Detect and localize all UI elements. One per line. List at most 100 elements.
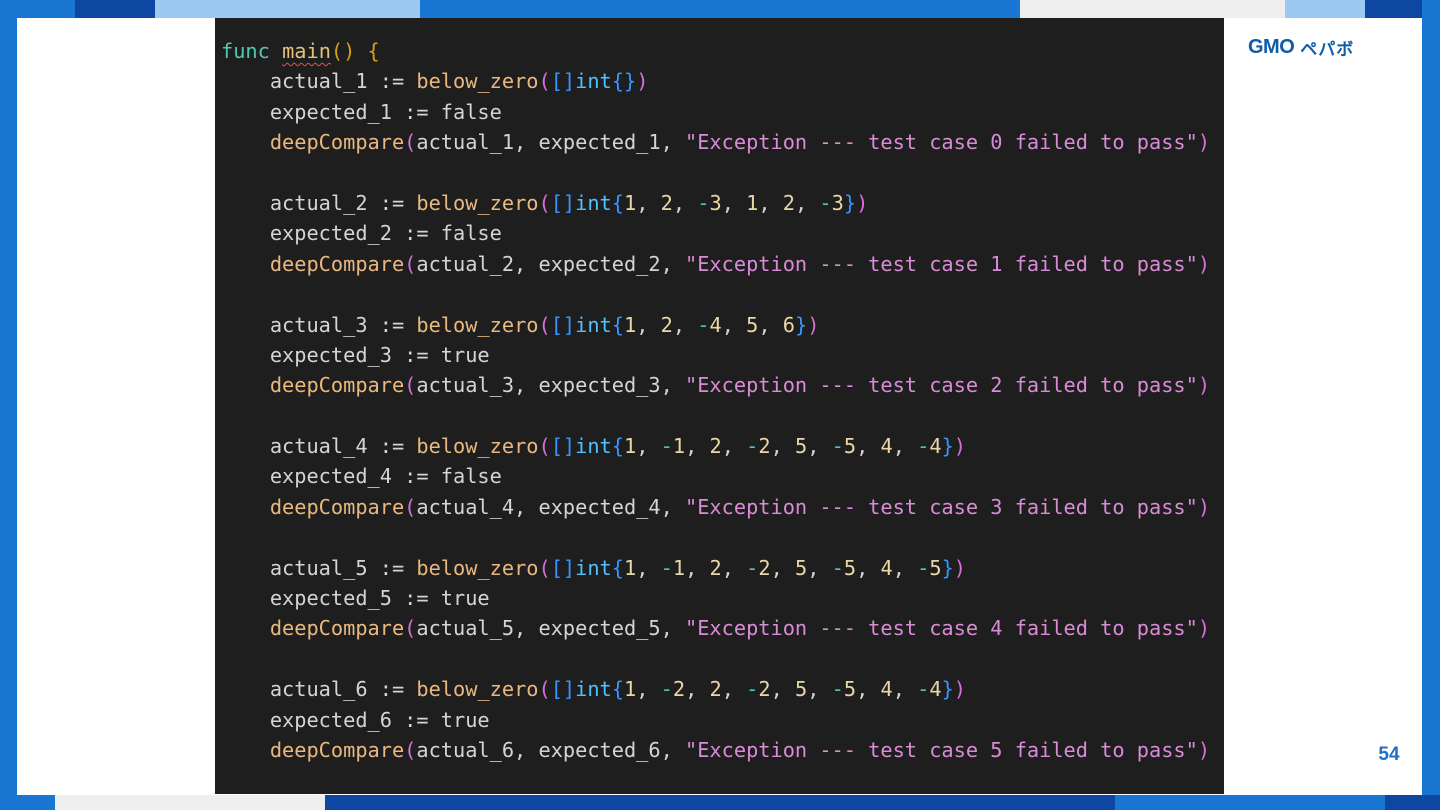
code-token: actual_1 [221,69,380,94]
code-token: 5 [843,434,857,459]
code-token: below_zero [416,312,539,337]
code-token: , [892,677,918,702]
code-line: deepCompare(actual_4, expected_4, "Excep… [221,492,1210,522]
code-token: - [831,555,844,580]
frame-top-band-light [155,0,420,18]
code-token: ( [404,494,417,519]
code-token: , [892,555,918,580]
code-token: "Exception --- test case 1 failed to pas… [685,251,1198,276]
code-token: ( [404,251,417,276]
code-token: , [807,434,832,459]
code-token: ( [404,616,417,641]
code-token: , [636,555,661,580]
code-token: expected_3 [221,342,405,367]
code-token: , [770,677,795,702]
code-token: 2 [758,555,771,580]
code-token: 4 [880,434,893,459]
code-token: func [221,39,270,63]
code-token: , [721,190,747,215]
code-line: deepCompare(actual_1, expected_1, "Excep… [221,127,1210,157]
code-token: - [697,312,710,337]
code-line: expected_3 := true [221,340,1210,370]
code-token: } [941,555,954,580]
code-token: } [795,312,808,337]
code-token: - [746,677,759,702]
code-token: , [892,434,918,459]
frame-bottom-band-dark [325,795,1115,810]
code-token: 4 [929,434,942,459]
code-token: int [575,69,612,94]
code-token: actual_4, expected_4, [416,494,686,519]
code-token: , [770,434,795,459]
code-token: ) [1197,130,1211,155]
code-token: , [636,312,661,337]
frame-left-band [0,0,17,810]
code-token: int [575,555,612,580]
code-token: ( [404,373,417,398]
code-line: deepCompare(actual_5, expected_5, "Excep… [221,613,1210,643]
code-token: ( [538,434,551,459]
code-token: int [575,190,612,215]
code-token: 5 [929,555,942,580]
code-token: below_zero [416,555,539,580]
code-token: - [831,434,844,459]
code-token: below_zero [416,677,539,702]
code-token: - [697,190,710,215]
code-token: := [379,69,405,94]
code-token: , [685,555,710,580]
code-token: 1 [672,555,686,580]
code-token: () [330,39,356,63]
code-block: func main() { actual_1 := below_zero([]i… [221,36,1210,794]
code-token: expected_4 [221,464,405,489]
code-token: true [428,707,490,732]
code-token: actual_5, expected_5, [416,616,686,641]
frame-right-band [1422,0,1440,810]
code-token: - [660,555,673,580]
code-token: - [746,434,759,459]
frame-top-band-mid [420,0,1020,18]
code-token: int [575,434,612,459]
code-token: { [611,312,624,337]
code-token: ( [538,555,551,580]
code-token: , [685,677,710,702]
code-line: ​ [221,279,1210,309]
frame-top-band-dark [75,0,155,18]
code-token: ) [1197,373,1211,398]
code-token: , [856,434,881,459]
code-token: , [636,677,661,702]
code-line: actual_2 := below_zero([]int{1, 2, -3, 1… [221,188,1210,218]
code-token: 1 [624,434,637,459]
code-token: { [611,434,624,459]
code-token: , [856,555,881,580]
code-token: ( [538,69,551,94]
code-token: below_zero [416,434,539,459]
code-token: := [379,312,405,337]
code-line: ​ [221,522,1210,552]
code-token: , [721,312,747,337]
gmo-pepabo-logo: GMO ペパボ [1248,35,1404,60]
code-token: 2 [672,677,686,702]
code-line: deepCompare(actual_2, expected_2, "Excep… [221,249,1210,279]
code-line: ​ [221,158,1210,188]
code-token: deepCompare [221,494,405,519]
code-token: 1 [672,434,686,459]
code-token: true [428,342,490,367]
code-token: false [428,464,502,489]
code-token: 6 [782,312,795,337]
code-token: "Exception --- test case 2 failed to pas… [685,373,1198,398]
code-token: [] [550,677,576,702]
code-line: func main() { [221,36,1210,66]
code-line: ​ [221,644,1210,674]
code-token: 4 [880,677,893,702]
code-token: := [379,434,405,459]
code-token: actual_4 [221,434,380,459]
code-token: deepCompare [221,373,405,398]
frame-bottom-band-mid [1115,795,1385,810]
code-token: expected_1 [221,99,405,124]
code-token: expected_2 [221,221,405,246]
code-token: actual_2 [221,190,380,215]
